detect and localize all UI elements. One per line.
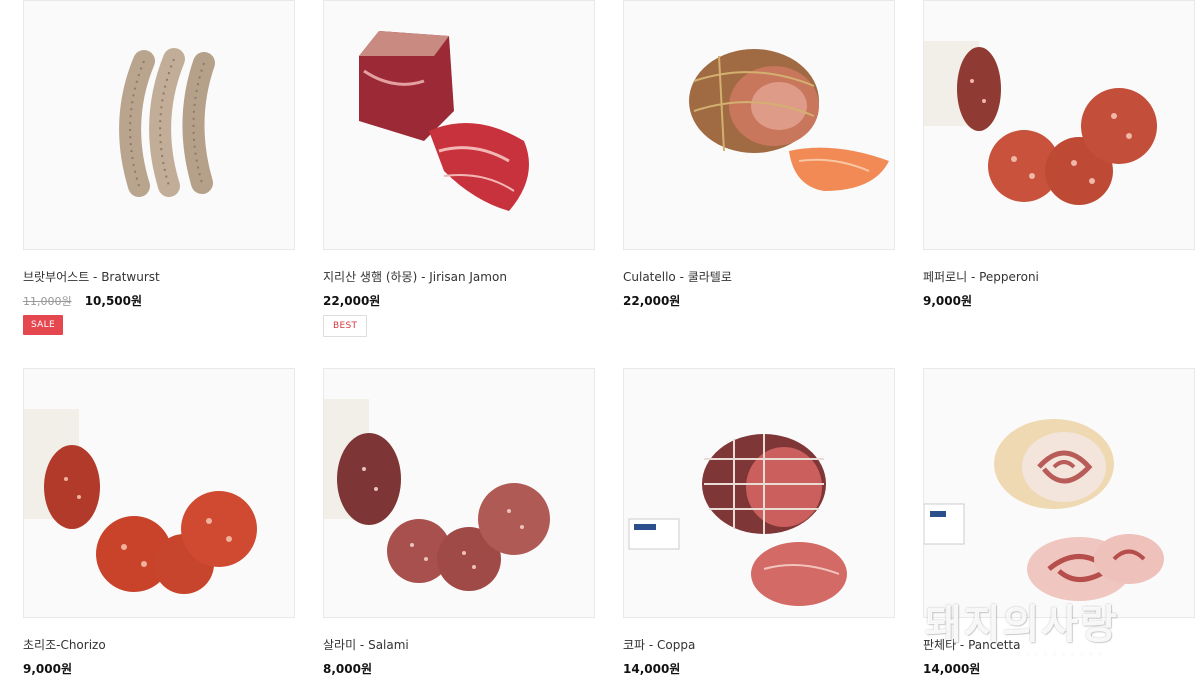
best-badge: BEST — [323, 315, 368, 337]
product-image[interactable] — [923, 368, 1195, 618]
pepperoni-image — [924, 1, 1194, 249]
product-image[interactable] — [23, 0, 295, 250]
pancetta-image — [924, 369, 1194, 617]
product-image[interactable] — [23, 368, 295, 618]
product-name[interactable]: 브랏부어스트 - Bratwurst — [23, 268, 160, 285]
bratwurst-sausage-image — [24, 1, 294, 249]
sale-price: 10,500원 — [84, 294, 143, 308]
product-name[interactable]: 페퍼로니 - Pepperoni — [923, 268, 1039, 285]
product-prices: 22,000원 — [323, 290, 380, 309]
product-grid: 브랏부어스트 - Bratwurst 11,000원 10,500원 SALE … — [0, 0, 1200, 700]
product-prices: 9,000원 — [23, 658, 72, 677]
price: 8,000원 — [323, 662, 372, 676]
product-image[interactable] — [623, 368, 895, 618]
price: 14,000원 — [623, 662, 681, 676]
price: 9,000원 — [923, 294, 972, 308]
product-prices: 11,000원 10,500원 — [23, 290, 142, 309]
product-name[interactable]: 초리조-Chorizo — [23, 636, 106, 653]
original-price: 11,000원 — [23, 295, 72, 308]
product-image[interactable] — [323, 368, 595, 618]
price: 22,000원 — [623, 294, 681, 308]
product-name[interactable]: 판체타 - Pancetta — [923, 636, 1020, 653]
price: 14,000원 — [923, 662, 981, 676]
product-prices: 14,000원 — [623, 658, 680, 677]
product-prices: 22,000원 — [623, 290, 680, 309]
product-image[interactable] — [323, 0, 595, 250]
product-prices: 9,000원 — [923, 290, 972, 309]
product-name[interactable]: Culatello - 쿨라텔로 — [623, 268, 732, 285]
salami-image — [324, 369, 594, 617]
sale-badge: SALE — [23, 315, 63, 335]
product-image[interactable] — [623, 0, 895, 250]
product-name[interactable]: 코파 - Coppa — [623, 636, 695, 653]
chorizo-image — [24, 369, 294, 617]
jamon-ham-image — [324, 1, 594, 249]
product-prices: 8,000원 — [323, 658, 372, 677]
culatello-ham-image — [624, 1, 894, 249]
product-prices: 14,000원 — [923, 658, 980, 677]
price: 22,000원 — [323, 294, 381, 308]
coppa-image — [624, 369, 894, 617]
price: 9,000원 — [23, 662, 72, 676]
product-name[interactable]: 지리산 생햄 (하몽) - Jirisan Jamon — [323, 268, 507, 285]
product-image[interactable] — [923, 0, 1195, 250]
product-name[interactable]: 살라미 - Salami — [323, 636, 409, 653]
